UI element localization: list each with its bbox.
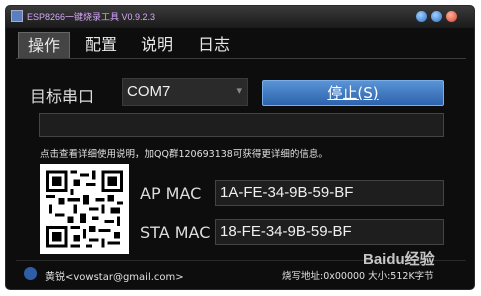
qr-code-image	[40, 164, 129, 254]
watermark-logo: Baidu经验	[363, 251, 435, 268]
ap-mac-label: AP MAC	[140, 184, 202, 203]
dropdown-arrow-icon: ▾	[236, 84, 242, 97]
port-select[interactable]: COM7 ▾	[122, 78, 248, 106]
stop-button-label: 停止(S)	[327, 84, 379, 102]
close-button[interactable]	[446, 11, 457, 22]
stop-button[interactable]: 停止(S)	[262, 80, 444, 106]
status-field	[39, 113, 444, 137]
port-label: 目标串口	[30, 87, 95, 106]
sta-mac-label: STA MAC	[140, 223, 211, 242]
info-link[interactable]: 点击查看详细使用说明，加QQ群120693138可获得更详细的信息。	[40, 146, 328, 160]
sta-mac-field[interactable]: 18-FE-34-9B-59-BF	[215, 219, 444, 245]
minimize-button[interactable]	[416, 11, 427, 22]
title-bar[interactable]: ESP8266一键烧录工具 V0.9.2.3	[6, 6, 474, 28]
window-title: ESP8266一键烧录工具 V0.9.2.3	[27, 12, 156, 22]
app-window: ESP8266一键烧录工具 V0.9.2.3 操作 配置 说明 日志 目标串口 …	[6, 6, 474, 289]
author-icon	[24, 267, 37, 280]
tab-divider	[16, 58, 466, 59]
tab-config[interactable]: 配置	[75, 32, 127, 58]
tab-log[interactable]: 日志	[188, 32, 240, 58]
port-select-value: COM7	[127, 83, 171, 100]
ap-mac-field[interactable]: 1A-FE-34-9B-59-BF	[215, 180, 444, 206]
qr-code-graphic	[46, 170, 123, 248]
author-email: 黄锐<vowstar@gmail.com>	[45, 272, 184, 283]
maximize-button[interactable]	[431, 11, 442, 22]
app-icon	[11, 10, 23, 22]
flash-address: 烧写地址:0x00000 大小:512K字节	[282, 271, 434, 282]
tab-help[interactable]: 说明	[131, 32, 183, 58]
tab-operate[interactable]: 操作	[18, 32, 70, 58]
